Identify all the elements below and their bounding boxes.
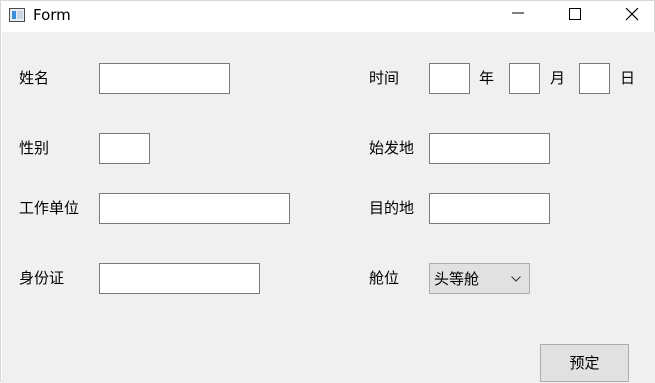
cabin-select[interactable]: 头等舱 xyxy=(429,263,530,294)
origin-label: 始发地 xyxy=(369,139,415,157)
id-input[interactable] xyxy=(99,263,260,294)
form-client-area: 姓名 性别 工作单位 身份证 时间 年 月 日 始发地 目的地 舱位 头等舱 预… xyxy=(2,32,655,383)
work-unit-input[interactable] xyxy=(99,193,290,224)
gender-input[interactable] xyxy=(99,133,150,164)
maximize-icon xyxy=(569,8,581,20)
close-button[interactable] xyxy=(609,1,655,31)
window-title: Form xyxy=(33,6,71,24)
day-input[interactable] xyxy=(579,63,610,94)
close-icon xyxy=(625,8,639,21)
destination-input[interactable] xyxy=(429,193,550,224)
day-label: 日 xyxy=(620,69,636,87)
chevron-down-icon xyxy=(511,276,521,282)
name-input[interactable] xyxy=(99,63,230,94)
month-label: 月 xyxy=(550,69,566,87)
minimize-icon xyxy=(512,12,524,14)
gender-label: 性别 xyxy=(19,139,50,157)
cabin-label: 舱位 xyxy=(369,269,400,287)
title-bar[interactable]: Form xyxy=(1,1,654,31)
work-unit-label: 工作单位 xyxy=(19,199,80,217)
origin-input[interactable] xyxy=(429,133,550,164)
book-button[interactable]: 预定 xyxy=(540,344,629,382)
time-label: 时间 xyxy=(369,69,400,87)
year-label: 年 xyxy=(479,69,495,87)
cabin-selected-value: 头等舱 xyxy=(434,270,480,288)
maximize-button[interactable] xyxy=(552,1,598,31)
minimize-button[interactable] xyxy=(495,1,541,31)
destination-label: 目的地 xyxy=(369,199,415,217)
app-window-icon xyxy=(9,8,25,22)
month-input[interactable] xyxy=(509,63,540,94)
year-input[interactable] xyxy=(429,63,470,94)
name-label: 姓名 xyxy=(19,69,50,87)
form-window: Form 姓名 性别 工作单位 身份证 时间 年 月 日 始发地 目的地 舱位 … xyxy=(0,0,655,383)
id-label: 身份证 xyxy=(19,269,65,287)
